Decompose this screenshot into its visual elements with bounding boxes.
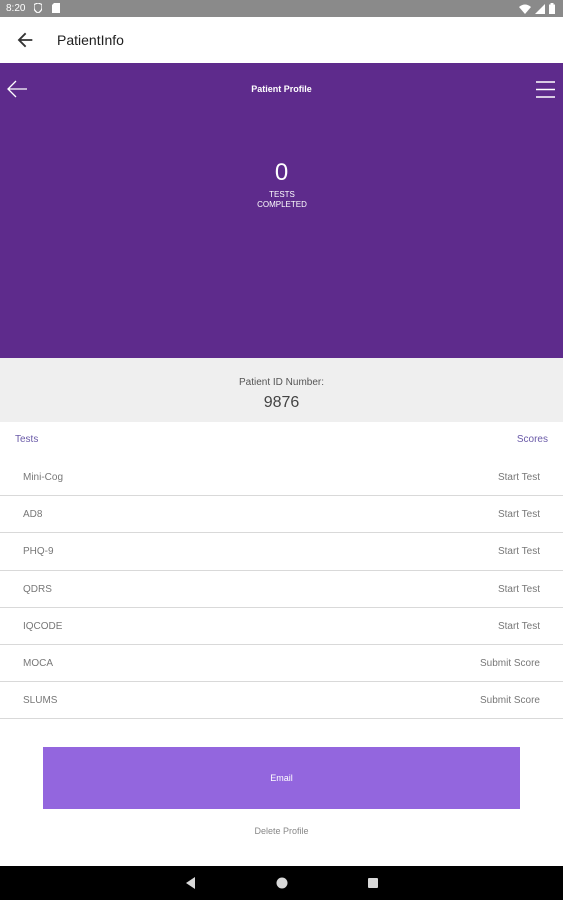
shield-icon bbox=[34, 3, 42, 13]
tests-completed-count: 0 bbox=[274, 159, 289, 186]
start-test-button[interactable]: Start Test bbox=[498, 472, 540, 483]
start-test-button[interactable]: Start Test bbox=[498, 621, 540, 632]
delete-profile-link[interactable]: Delete Profile bbox=[0, 826, 563, 836]
test-name: Mini-Cog bbox=[23, 472, 64, 483]
test-name: MOCA bbox=[23, 657, 53, 669]
email-button[interactable]: Email bbox=[43, 747, 520, 809]
patient-id-label: Patient ID Number: bbox=[238, 377, 325, 388]
test-row-phq-9[interactable]: PHQ-9 Start Test bbox=[0, 533, 563, 571]
patient-id-value: 9876 bbox=[263, 394, 300, 411]
start-test-button[interactable]: Start Test bbox=[498, 546, 540, 557]
profile-header: Patient Profile 0 TESTS COMPLETED bbox=[0, 63, 563, 358]
submit-score-button[interactable]: Submit Score bbox=[480, 658, 540, 669]
test-row-mini-cog[interactable]: Mini-Cog Start Test bbox=[0, 459, 563, 497]
tests-table-header: Tests Scores bbox=[0, 432, 563, 450]
test-row-ad8[interactable]: AD8 Start Test bbox=[0, 496, 563, 534]
start-test-button[interactable]: Start Test bbox=[498, 509, 540, 520]
status-bar: 8:20 bbox=[0, 0, 563, 17]
submit-score-button[interactable]: Submit Score bbox=[480, 695, 540, 706]
app-bar: PatientInfo bbox=[0, 17, 563, 63]
arrow-left-icon[interactable] bbox=[14, 29, 36, 51]
tests-column-header: Tests bbox=[15, 434, 39, 445]
recents-square-icon[interactable] bbox=[366, 876, 380, 890]
scores-column-header: Scores bbox=[516, 434, 548, 445]
test-row-iqcode[interactable]: IQCODE Start Test bbox=[0, 608, 563, 645]
status-time: 8:20 bbox=[6, 3, 26, 14]
system-nav-bar bbox=[0, 866, 563, 900]
home-circle-icon[interactable] bbox=[275, 876, 289, 890]
test-name: AD8 bbox=[23, 509, 43, 521]
sd-card-icon bbox=[52, 3, 60, 13]
test-name: IQCODE bbox=[23, 620, 63, 632]
profile-title: Patient Profile bbox=[251, 84, 312, 94]
wifi-icon bbox=[519, 4, 531, 14]
test-name: QDRS bbox=[23, 583, 52, 595]
tests-list: Mini-Cog Start Test AD8 Start Test PHQ-9… bbox=[0, 459, 563, 720]
back-triangle-icon[interactable] bbox=[184, 876, 198, 890]
app-title: PatientInfo bbox=[57, 32, 124, 48]
test-name: SLUMS bbox=[23, 695, 58, 707]
tests-completed-label: TESTS COMPLETED bbox=[257, 190, 307, 209]
signal-icon bbox=[535, 3, 545, 14]
test-row-moca[interactable]: MOCA Submit Score bbox=[0, 645, 563, 683]
menu-icon[interactable] bbox=[536, 81, 555, 98]
battery-icon bbox=[549, 3, 555, 14]
test-name: PHQ-9 bbox=[23, 546, 54, 558]
patient-id-panel: Patient ID Number: 9876 bbox=[0, 358, 563, 422]
test-row-qdrs[interactable]: QDRS Start Test bbox=[0, 571, 563, 608]
test-row-slums[interactable]: SLUMS Submit Score bbox=[0, 682, 563, 720]
start-test-button[interactable]: Start Test bbox=[498, 584, 540, 595]
